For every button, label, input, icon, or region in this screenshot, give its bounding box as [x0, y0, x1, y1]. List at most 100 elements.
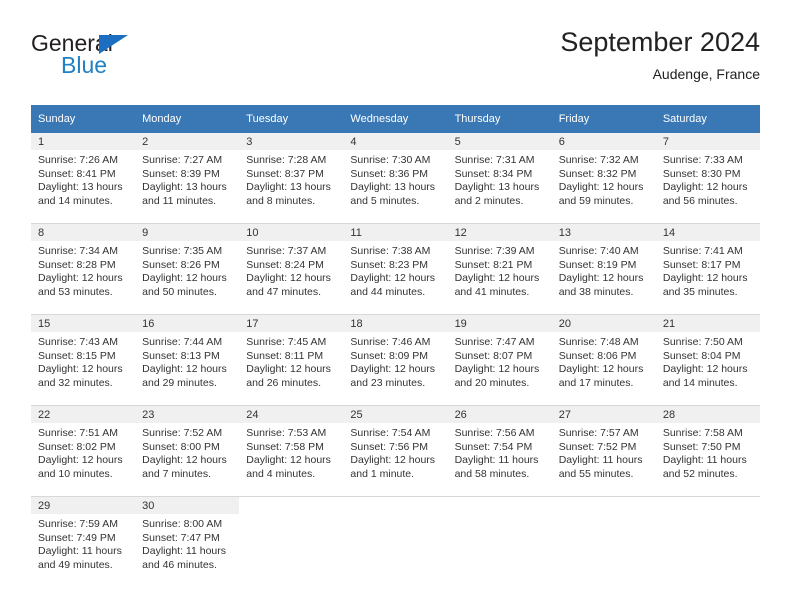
calendar-day-cell[interactable]: 4 Sunrise: 7:30 AM Sunset: 8:36 PM Dayli…	[343, 133, 448, 224]
daylight-text-line1: Daylight: 11 hours	[38, 545, 122, 558]
day-details: Sunrise: 7:28 AM Sunset: 8:37 PM Dayligh…	[239, 150, 343, 208]
day-number: 20	[551, 315, 656, 332]
calendar-day-cell[interactable]: 30 Sunrise: 8:00 AM Sunset: 7:47 PM Dayl…	[135, 496, 240, 585]
daylight-text-line1: Daylight: 12 hours	[662, 272, 748, 285]
calendar-day-cell[interactable]: 17 Sunrise: 7:45 AM Sunset: 8:11 PM Dayl…	[239, 314, 344, 406]
calendar-day-cell[interactable]: 19 Sunrise: 7:47 AM Sunset: 8:07 PM Dayl…	[447, 314, 552, 406]
day-details: Sunrise: 7:51 AM Sunset: 8:02 PM Dayligh…	[31, 423, 135, 481]
sunrise-text: Sunrise: 7:50 AM	[662, 336, 743, 348]
day-details: Sunrise: 7:37 AM Sunset: 8:24 PM Dayligh…	[239, 241, 343, 299]
calendar-day-cell[interactable]: 1 Sunrise: 7:26 AM Sunset: 8:41 PM Dayli…	[31, 133, 136, 224]
calendar-day-cell[interactable]: 2 Sunrise: 7:27 AM Sunset: 8:39 PM Dayli…	[135, 133, 240, 224]
daylight-text-line1: Daylight: 12 hours	[558, 363, 644, 376]
day-details: Sunrise: 7:54 AM Sunset: 7:56 PM Dayligh…	[343, 423, 447, 481]
calendar-day-cell[interactable]: 13 Sunrise: 7:40 AM Sunset: 8:19 PM Dayl…	[551, 223, 656, 315]
daylight-text-line1: Daylight: 12 hours	[246, 363, 331, 376]
sunrise-text: Sunrise: 7:57 AM	[558, 427, 639, 439]
daylight-text-line1: Daylight: 11 hours	[454, 454, 539, 467]
sunset-text: Sunset: 8:02 PM	[38, 440, 116, 453]
sunrise-text: Sunrise: 7:58 AM	[662, 427, 743, 439]
general-blue-logo[interactable]: General Blue	[31, 30, 261, 86]
weekday-header-sunday: Sunday	[31, 105, 136, 133]
day-number: 28	[655, 406, 760, 423]
sunrise-text: Sunrise: 7:34 AM	[38, 245, 118, 257]
sunset-text: Sunset: 8:32 PM	[558, 167, 637, 180]
daylight-text-line2: and 47 minutes.	[246, 285, 321, 298]
day-number	[239, 497, 343, 514]
daylight-text-line2: and 55 minutes.	[558, 467, 634, 480]
sunset-text: Sunset: 7:50 PM	[662, 440, 741, 453]
calendar-day-cell[interactable]: 5 Sunrise: 7:31 AM Sunset: 8:34 PM Dayli…	[447, 133, 552, 224]
daylight-text-line1: Daylight: 12 hours	[350, 454, 436, 467]
calendar-day-cell-empty	[239, 496, 344, 585]
calendar-day-cell[interactable]: 7 Sunrise: 7:33 AM Sunset: 8:30 PM Dayli…	[655, 133, 760, 224]
page-header: General Blue September 2024 Audenge, Fra…	[31, 26, 760, 96]
daylight-text-line2: and 53 minutes.	[38, 285, 113, 298]
calendar-day-cell[interactable]: 27 Sunrise: 7:57 AM Sunset: 7:52 PM Dayl…	[551, 405, 656, 497]
sunrise-text: Sunrise: 7:52 AM	[142, 427, 223, 439]
weekday-header-tuesday: Tuesday	[239, 105, 344, 133]
day-details: Sunrise: 7:52 AM Sunset: 8:00 PM Dayligh…	[135, 423, 239, 481]
sunrise-text: Sunrise: 7:27 AM	[142, 154, 223, 166]
daylight-text-line2: and 23 minutes.	[350, 376, 426, 389]
calendar-day-cell[interactable]: 8 Sunrise: 7:34 AM Sunset: 8:28 PM Dayli…	[31, 223, 136, 315]
calendar-day-cell[interactable]: 28 Sunrise: 7:58 AM Sunset: 7:50 PM Dayl…	[655, 405, 760, 497]
daylight-text-line1: Daylight: 12 hours	[246, 454, 331, 467]
calendar-week-row: 1 Sunrise: 7:26 AM Sunset: 8:41 PM Dayli…	[31, 133, 760, 224]
calendar-day-cell[interactable]: 15 Sunrise: 7:43 AM Sunset: 8:15 PM Dayl…	[31, 314, 136, 406]
sunset-text: Sunset: 8:41 PM	[38, 167, 116, 180]
sunrise-text: Sunrise: 7:56 AM	[454, 427, 535, 439]
day-details: Sunrise: 7:43 AM Sunset: 8:15 PM Dayligh…	[31, 332, 135, 390]
daylight-text-line2: and 14 minutes.	[662, 376, 738, 389]
daylight-text-line2: and 20 minutes.	[454, 376, 530, 389]
calendar-day-cell[interactable]: 9 Sunrise: 7:35 AM Sunset: 8:26 PM Dayli…	[135, 223, 240, 315]
day-details: Sunrise: 7:47 AM Sunset: 8:07 PM Dayligh…	[448, 332, 552, 390]
calendar-day-cell[interactable]: 22 Sunrise: 7:51 AM Sunset: 8:02 PM Dayl…	[31, 405, 136, 497]
calendar-day-cell[interactable]: 26 Sunrise: 7:56 AM Sunset: 7:54 PM Dayl…	[447, 405, 552, 497]
calendar-day-cell[interactable]: 18 Sunrise: 7:46 AM Sunset: 8:09 PM Dayl…	[343, 314, 448, 406]
sunset-text: Sunset: 7:54 PM	[454, 440, 533, 453]
sunrise-text: Sunrise: 7:39 AM	[454, 245, 535, 257]
sunset-text: Sunset: 8:06 PM	[558, 349, 637, 362]
calendar-day-cell[interactable]: 20 Sunrise: 7:48 AM Sunset: 8:06 PM Dayl…	[551, 314, 656, 406]
calendar-day-cell[interactable]: 23 Sunrise: 7:52 AM Sunset: 8:00 PM Dayl…	[135, 405, 240, 497]
daylight-text-line1: Daylight: 12 hours	[38, 454, 123, 467]
calendar-day-cell[interactable]: 24 Sunrise: 7:53 AM Sunset: 7:58 PM Dayl…	[239, 405, 344, 497]
day-number: 12	[447, 224, 552, 241]
daylight-text-line2: and 14 minutes.	[38, 194, 113, 207]
calendar-day-cell[interactable]: 12 Sunrise: 7:39 AM Sunset: 8:21 PM Dayl…	[447, 223, 552, 315]
calendar-day-cell[interactable]: 6 Sunrise: 7:32 AM Sunset: 8:32 PM Dayli…	[551, 133, 656, 224]
calendar-day-cell[interactable]: 10 Sunrise: 7:37 AM Sunset: 8:24 PM Dayl…	[239, 223, 344, 315]
daylight-text-line2: and 10 minutes.	[38, 467, 113, 480]
daylight-text-line2: and 8 minutes.	[246, 194, 316, 207]
day-number: 10	[239, 224, 344, 241]
day-number: 19	[447, 315, 552, 332]
calendar-day-cell[interactable]: 16 Sunrise: 7:44 AM Sunset: 8:13 PM Dayl…	[135, 314, 240, 406]
calendar-day-cell[interactable]: 29 Sunrise: 7:59 AM Sunset: 7:49 PM Dayl…	[31, 496, 136, 585]
daylight-text-line2: and 46 minutes.	[142, 558, 217, 571]
sunset-text: Sunset: 8:30 PM	[662, 167, 741, 180]
calendar-day-cell[interactable]: 3 Sunrise: 7:28 AM Sunset: 8:37 PM Dayli…	[239, 133, 344, 224]
day-details: Sunrise: 7:31 AM Sunset: 8:34 PM Dayligh…	[448, 150, 552, 208]
calendar-day-cell[interactable]: 21 Sunrise: 7:50 AM Sunset: 8:04 PM Dayl…	[655, 314, 760, 406]
weekday-header-friday: Friday	[551, 105, 656, 133]
calendar-day-cell[interactable]: 14 Sunrise: 7:41 AM Sunset: 8:17 PM Dayl…	[655, 223, 760, 315]
day-number: 18	[343, 315, 448, 332]
weekday-header-wednesday: Wednesday	[343, 105, 448, 133]
sunrise-text: Sunrise: 7:51 AM	[38, 427, 118, 439]
daylight-text-line2: and 17 minutes.	[558, 376, 634, 389]
day-details: Sunrise: 7:34 AM Sunset: 8:28 PM Dayligh…	[31, 241, 135, 299]
sunset-text: Sunset: 7:58 PM	[246, 440, 324, 453]
day-number: 6	[551, 133, 656, 150]
day-number: 15	[31, 315, 136, 332]
day-details: Sunrise: 7:58 AM Sunset: 7:50 PM Dayligh…	[656, 423, 760, 481]
day-details: Sunrise: 7:57 AM Sunset: 7:52 PM Dayligh…	[552, 423, 656, 481]
calendar-day-cell[interactable]: 25 Sunrise: 7:54 AM Sunset: 7:56 PM Dayl…	[343, 405, 448, 497]
daylight-text-line2: and 11 minutes.	[142, 194, 217, 207]
daylight-text-line2: and 7 minutes.	[142, 467, 212, 480]
calendar-day-cell[interactable]: 11 Sunrise: 7:38 AM Sunset: 8:23 PM Dayl…	[343, 223, 448, 315]
day-details: Sunrise: 7:27 AM Sunset: 8:39 PM Dayligh…	[135, 150, 239, 208]
sunrise-text: Sunrise: 8:00 AM	[142, 518, 223, 530]
sunrise-text: Sunrise: 7:30 AM	[350, 154, 431, 166]
daylight-text-line2: and 49 minutes.	[38, 558, 113, 571]
